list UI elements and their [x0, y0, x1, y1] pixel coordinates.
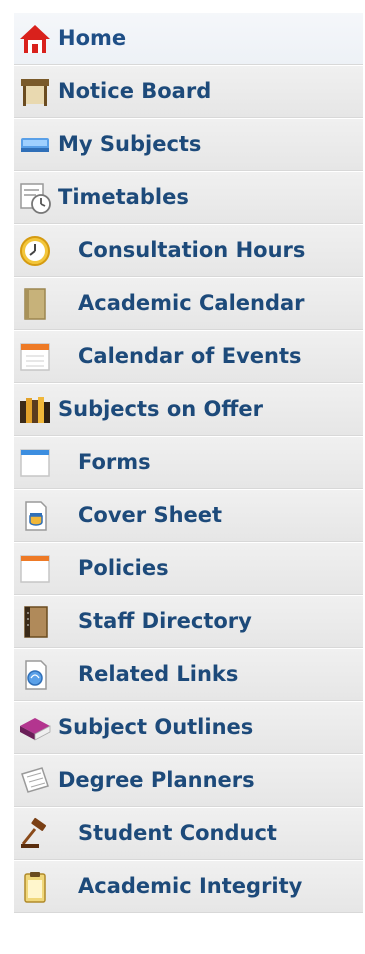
nav-item-student-conduct[interactable]: Student Conduct	[14, 808, 363, 860]
nav-item-staff-directory[interactable]: Staff Directory	[14, 596, 363, 648]
nav-item-subject-outlines[interactable]: Subject Outlines	[14, 702, 363, 754]
nav-item-my-subjects[interactable]: My Subjects	[14, 119, 363, 171]
nav-item-related-links[interactable]: Related Links	[14, 649, 363, 701]
nav-label-calendar-of-events: Calendar of Events	[78, 344, 302, 368]
nav-item-consultation-hours[interactable]: Consultation Hours	[14, 225, 363, 277]
home-icon	[18, 22, 52, 56]
nav-item-academic-calendar[interactable]: Academic Calendar	[14, 278, 363, 330]
directory-icon	[18, 605, 52, 639]
nav-item-home[interactable]: Home	[14, 13, 363, 65]
nav-item-cover-sheet[interactable]: Cover Sheet	[14, 490, 363, 542]
cover-sheet-icon	[18, 499, 52, 533]
nav-item-timetables[interactable]: Timetables	[14, 172, 363, 224]
nav-label-timetables: Timetables	[58, 185, 189, 209]
nav-label-forms: Forms	[78, 450, 151, 474]
nav-label-subjects-on-offer: Subjects on Offer	[58, 397, 263, 421]
nav-item-subjects-on-offer[interactable]: Subjects on Offer	[14, 384, 363, 436]
nav-label-staff-directory: Staff Directory	[78, 609, 252, 633]
nav-label-policies: Policies	[78, 556, 169, 580]
planner-icon	[18, 764, 52, 798]
calendar-icon	[18, 340, 52, 374]
book-icon	[18, 287, 52, 321]
nav-label-student-conduct: Student Conduct	[78, 821, 277, 845]
nav-item-forms[interactable]: Forms	[14, 437, 363, 489]
nav-item-degree-planners[interactable]: Degree Planners	[14, 755, 363, 807]
sidebar-nav: Home Notice Board My Subjects Timetables…	[14, 13, 363, 914]
nav-label-cover-sheet: Cover Sheet	[78, 503, 223, 527]
subjects-icon	[18, 128, 52, 162]
nav-item-policies[interactable]: Policies	[14, 543, 363, 595]
form-window-icon	[18, 446, 52, 480]
nav-label-consultation-hours: Consultation Hours	[78, 238, 306, 262]
outline-book-icon	[18, 711, 52, 745]
nav-item-notice-board[interactable]: Notice Board	[14, 66, 363, 118]
links-icon	[18, 658, 52, 692]
nav-label-academic-integrity: Academic Integrity	[78, 874, 303, 898]
gavel-icon	[18, 817, 52, 851]
nav-label-notice-board: Notice Board	[58, 79, 212, 103]
nav-label-degree-planners: Degree Planners	[58, 768, 255, 792]
nav-label-related-links: Related Links	[78, 662, 239, 686]
nav-label-home: Home	[58, 26, 127, 50]
nav-label-subject-outlines: Subject Outlines	[58, 715, 254, 739]
policies-window-icon	[18, 552, 52, 586]
books-icon	[18, 393, 52, 427]
clipboard-icon	[18, 870, 52, 904]
nav-label-my-subjects: My Subjects	[58, 132, 202, 156]
nav-item-calendar-of-events[interactable]: Calendar of Events	[14, 331, 363, 383]
nav-label-academic-calendar: Academic Calendar	[78, 291, 305, 315]
nav-item-academic-integrity[interactable]: Academic Integrity	[14, 861, 363, 913]
timetable-icon	[18, 181, 52, 215]
clock-icon	[18, 234, 52, 268]
notice-board-icon	[18, 75, 52, 109]
